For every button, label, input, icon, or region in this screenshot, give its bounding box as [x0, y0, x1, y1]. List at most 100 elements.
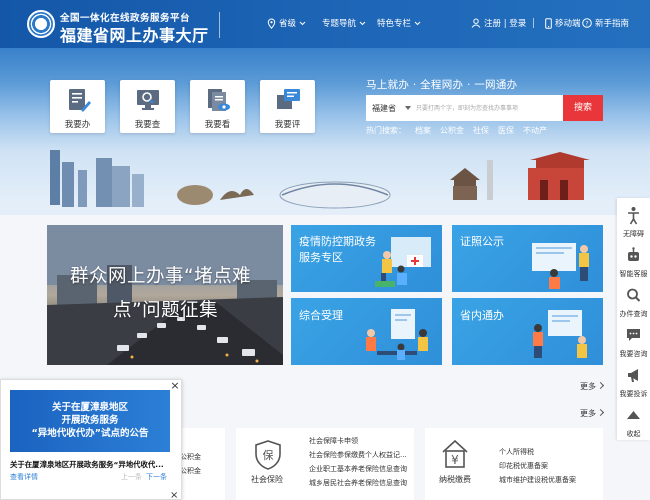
nav-featured[interactable]: 特色专栏	[377, 17, 421, 29]
service-view-button[interactable]: 我要看	[190, 80, 245, 133]
announcement-image-line: 关于在厦漳泉地区	[51, 402, 128, 413]
service-link[interactable]: 公积金	[180, 450, 201, 464]
hot-search-item[interactable]: 社保	[473, 125, 489, 136]
hot-search-item[interactable]: 不动产	[523, 125, 547, 136]
chevron-down-icon	[414, 21, 421, 25]
tool-complaint[interactable]: 我要投诉	[617, 362, 650, 402]
form-edit-icon	[69, 89, 91, 112]
site-title[interactable]: 福建省网上办事大厅	[60, 22, 209, 46]
location-pin-icon	[267, 17, 276, 29]
service-link[interactable]: 印花税优惠备案	[499, 459, 576, 473]
announcement-caption[interactable]: 关于在厦漳泉地区开展政务服务“异地代收代...	[10, 459, 176, 470]
divider	[219, 12, 220, 38]
tool-label: 智能客服	[619, 270, 648, 278]
tile-comprehensive-acceptance[interactable]: 综合受理	[291, 298, 442, 365]
tile-title: 省内通办	[460, 309, 504, 322]
hot-search-item[interactable]: 档案	[415, 125, 431, 136]
previous-button[interactable]: 上一条	[121, 472, 142, 482]
service-link[interactable]: 社会保险参保缴费个人权益记...	[309, 448, 407, 462]
team-meeting-illustration	[366, 309, 428, 360]
service-view-label: 我要看	[204, 120, 231, 130]
hot-search-item[interactable]: 公积金	[440, 125, 464, 136]
tool-accessibility[interactable]: 无障碍	[617, 202, 650, 242]
banner-headline-line1: 群众网上办事“堵点难	[70, 266, 252, 287]
service-link[interactable]: 城市维护建设税优惠备案	[499, 473, 576, 487]
nav-mobile-label: 移动端	[555, 19, 581, 29]
chevron-down-icon[interactable]	[405, 106, 411, 110]
search-input[interactable]	[416, 100, 560, 116]
more-link[interactable]: 更多	[580, 408, 605, 419]
close-icon[interactable]: ×	[170, 380, 180, 391]
announcement-image[interactable]: 关于在厦漳泉地区 开展政务服务 “异地代收代办”试点的公告	[10, 390, 170, 452]
hot-search-item[interactable]: 医保	[498, 125, 514, 136]
tool-collapse[interactable]: 收起	[617, 402, 650, 442]
robot-icon	[628, 247, 639, 261]
tool-label: 无障碍	[623, 230, 644, 238]
nav-topics[interactable]: 专题导航	[322, 17, 366, 29]
service-link[interactable]: 公积金	[180, 464, 201, 478]
tool-consult[interactable]: 我要咨询	[617, 322, 650, 362]
next-button[interactable]: 下一条	[146, 472, 167, 482]
chevron-down-icon	[299, 21, 306, 25]
more-link-label: 更多	[580, 409, 596, 418]
nav-province-label: 省级	[279, 19, 297, 29]
service-link[interactable]: 社会保障卡申领	[309, 434, 407, 448]
service-link[interactable]: 企业职工基本养老保险信息查询	[309, 462, 407, 476]
banner-headline-line2: 点”问题征集	[113, 300, 219, 321]
tool-label: 收起	[626, 430, 641, 438]
national-emblem-logo	[27, 10, 55, 38]
tile-title: 综合受理	[299, 309, 343, 322]
nav-featured-label: 特色专栏	[377, 19, 412, 29]
doctor-consultation-illustration	[375, 237, 431, 287]
search-button[interactable]: 搜索	[563, 95, 603, 121]
close-icon[interactable]: ×	[170, 490, 178, 500]
accessibility-icon	[628, 207, 639, 225]
nav-guide[interactable]: ? 新手指南	[582, 17, 629, 29]
shield-insurance-icon: 保	[255, 440, 281, 470]
service-card-social-insurance: 保 社会保险 社会保障卡申领 社会保险参保缴费个人权益记... 企业职工基本养老…	[236, 428, 414, 500]
tile-license-publicity[interactable]: 证照公示	[452, 225, 603, 292]
city-skyline-illustration	[0, 150, 650, 215]
people-at-computer-illustration	[532, 243, 589, 289]
svg-text:?: ?	[585, 20, 588, 28]
svg-text:¥: ¥	[451, 453, 459, 467]
tool-label: 办件查询	[619, 310, 648, 318]
tile-title: 证照公示	[460, 235, 504, 248]
service-link[interactable]: 城乡居民社会养老保险信息查询	[309, 476, 407, 490]
service-do-button[interactable]: 我要办	[50, 80, 105, 133]
view-details-link[interactable]: 查看详情	[10, 472, 38, 482]
service-slogan: 马上就办 · 全程网办 · 一网通办	[366, 79, 518, 91]
chevron-right-icon	[596, 408, 605, 417]
tile-epidemic-services[interactable]: 疫情防控期政务 服务专区	[291, 225, 442, 292]
service-card-title: 纳税缴费	[439, 475, 471, 484]
chevron-down-icon	[359, 21, 366, 25]
service-query-button[interactable]: 我要查	[120, 80, 175, 133]
monitor-search-icon	[137, 90, 159, 110]
nav-mobile[interactable]: 移动端	[545, 17, 581, 29]
collapse-icon	[627, 411, 640, 419]
service-rate-label: 我要评	[274, 120, 301, 130]
mobile-phone-icon	[545, 17, 552, 29]
floating-toolbar: 无障碍 智能客服 办件查询 我要咨询 我要投诉 收起	[617, 198, 650, 440]
search-scope-select[interactable]: 福建省	[372, 103, 396, 114]
divider	[533, 18, 534, 28]
service-rate-button[interactable]: 我要评	[260, 80, 315, 133]
tool-smart-service[interactable]: 智能客服	[617, 242, 650, 282]
nav-province[interactable]: 省级	[267, 17, 306, 29]
service-card-title: 社会保险	[251, 475, 283, 484]
announcement-image-line: 开展政务服务	[61, 415, 119, 426]
more-link[interactable]: 更多	[580, 381, 605, 392]
tool-case-query[interactable]: 办件查询	[617, 282, 650, 322]
nav-guide-label: 新手指南	[595, 19, 630, 29]
hot-search-list: 热门搜索： 档案 公积金 社保 医保 不动产	[366, 125, 547, 136]
feedback-collection-banner[interactable]	[47, 225, 283, 365]
more-link-label: 更多	[580, 382, 596, 391]
nav-topics-label: 专题导航	[322, 19, 357, 29]
service-link[interactable]: 个人所得税	[499, 445, 576, 459]
tile-province-wide-service[interactable]: 省内通办	[452, 298, 603, 365]
hot-search-label: 热门搜索：	[366, 126, 406, 135]
comment-rate-icon	[277, 89, 300, 109]
search-box: 福建省	[366, 95, 563, 121]
nav-auth[interactable]: 注册 | 登录	[471, 17, 526, 29]
chevron-right-icon	[596, 381, 605, 390]
